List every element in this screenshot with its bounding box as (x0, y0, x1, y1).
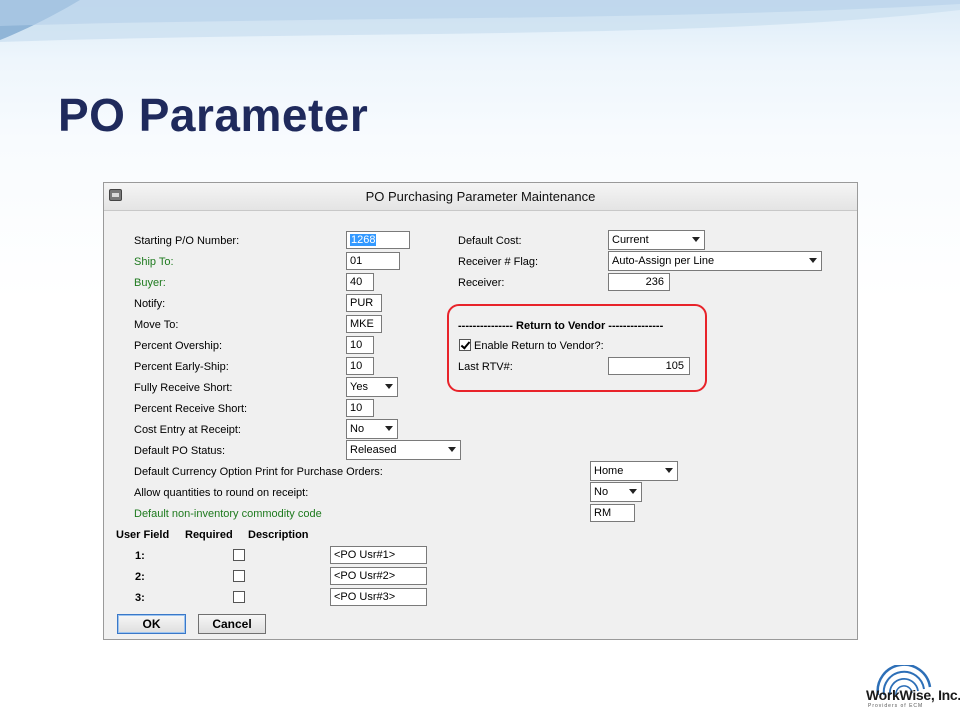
percent-earlyship-label: Percent Early-Ship: (134, 361, 229, 373)
starting-po-label: Starting P/O Number: (134, 235, 240, 247)
logo-name: WorkWise, Inc. (866, 687, 960, 703)
commodity-code-input[interactable]: RM (590, 504, 635, 522)
workwise-logo: WorkWise, Inc. Providers of ECM (858, 665, 960, 715)
buyer-label: Buyer: (134, 277, 166, 289)
ship-to-label: Ship To: (134, 256, 174, 268)
default-po-status-label: Default PO Status: (134, 445, 226, 457)
percent-earlyship-input[interactable]: 10 (346, 357, 374, 375)
cancel-button[interactable]: Cancel (198, 614, 266, 634)
receiver-input[interactable]: 236 (608, 273, 670, 291)
commodity-code-label: Default non-inventory commodity code (134, 508, 322, 520)
last-rtv-input[interactable]: 105 (608, 357, 690, 375)
user-field-description-input[interactable]: <PO Usr#1> (330, 546, 427, 564)
currency-option-select[interactable]: Home (590, 461, 678, 481)
last-rtv-label: Last RTV#: (458, 361, 513, 373)
chevron-down-icon (809, 258, 817, 263)
parameter-window: PO Purchasing Parameter Maintenance Star… (103, 182, 858, 640)
chevron-down-icon (448, 447, 456, 452)
user-field-header: User Field (116, 529, 170, 541)
chevron-down-icon (629, 489, 637, 494)
percent-overship-input[interactable]: 10 (346, 336, 374, 354)
user-field-number: 1: (135, 550, 145, 562)
user-field-description-input[interactable]: <PO Usr#3> (330, 588, 427, 606)
chevron-down-icon (385, 384, 393, 389)
enable-rtv-checkbox[interactable] (459, 339, 471, 351)
starting-po-input[interactable]: 1268 (346, 231, 410, 249)
cost-entry-select[interactable]: No (346, 419, 398, 439)
user-field-number: 2: (135, 571, 145, 583)
ship-to-input[interactable]: 01 (346, 252, 400, 270)
round-quantities-label: Allow quantities to round on receipt: (134, 487, 309, 499)
currency-option-label: Default Currency Option Print for Purcha… (134, 466, 383, 478)
user-field-number: 3: (135, 592, 145, 604)
receiver-flag-select[interactable]: Auto-Assign per Line (608, 251, 822, 271)
default-po-status-select[interactable]: Released (346, 440, 461, 460)
return-to-vendor-header: --------------- Return to Vendor -------… (458, 320, 664, 332)
user-field-required-checkbox[interactable] (233, 549, 245, 561)
slide-title: PO Parameter (58, 89, 369, 141)
notify-label: Notify: (134, 298, 166, 310)
move-to-input[interactable]: MKE (346, 315, 382, 333)
header-swoosh (0, 0, 960, 42)
title-bar: PO Purchasing Parameter Maintenance (104, 183, 857, 211)
fully-receive-short-select[interactable]: Yes (346, 377, 398, 397)
cost-entry-label: Cost Entry at Receipt: (134, 424, 241, 436)
user-field-required-checkbox[interactable] (233, 591, 245, 603)
chevron-down-icon (692, 237, 700, 242)
window-title: PO Purchasing Parameter Maintenance (365, 189, 596, 204)
description-header: Description (248, 529, 309, 541)
notify-input[interactable]: PUR (346, 294, 382, 312)
user-field-required-checkbox[interactable] (233, 570, 245, 582)
default-cost-label: Default Cost: (458, 235, 522, 247)
ok-button[interactable]: OK (117, 614, 186, 634)
percent-receive-short-input[interactable]: 10 (346, 399, 374, 417)
user-field-description-input[interactable]: <PO Usr#2> (330, 567, 427, 585)
chevron-down-icon (385, 426, 393, 431)
default-cost-select[interactable]: Current (608, 230, 705, 250)
receiver-label: Receiver: (458, 277, 505, 289)
buyer-input[interactable]: 40 (346, 273, 374, 291)
logo-tagline: Providers of ECM (868, 703, 924, 709)
percent-receive-short-label: Percent Receive Short: (134, 403, 248, 415)
move-to-label: Move To: (134, 319, 179, 331)
percent-overship-label: Percent Overship: (134, 340, 223, 352)
fully-receive-short-label: Fully Receive Short: (134, 382, 233, 394)
receiver-flag-label: Receiver # Flag: (458, 256, 539, 268)
required-header: Required (185, 529, 233, 541)
chevron-down-icon (665, 468, 673, 473)
enable-rtv-label: Enable Return to Vendor?: (474, 340, 604, 352)
round-quantities-select[interactable]: No (590, 482, 642, 502)
